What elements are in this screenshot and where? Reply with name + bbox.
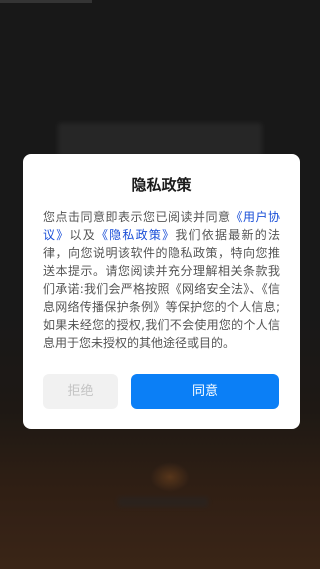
body-text-and: 以及 — [69, 228, 96, 242]
dialog-title: 隐私政策 — [131, 176, 192, 194]
dialog-body: 您点击同意即表示您已阅读并同意《用户协议》以及《隐私政策》我们依据最新的法律，向… — [43, 208, 280, 352]
privacy-policy-link[interactable]: 《隐私政策》 — [96, 228, 175, 242]
agree-button[interactable]: 同意 — [131, 374, 279, 409]
reject-button[interactable]: 拒绝 — [43, 374, 118, 409]
body-text-intro: 您点击同意即表示您已阅读并同意 — [43, 210, 231, 224]
body-text-main: 我们依据最新的法律，向您说明该软件的隐私政策，特向您推送本提示。请您阅读并充分理… — [43, 228, 280, 350]
privacy-policy-dialog: 隐私政策 您点击同意即表示您已阅读并同意《用户协议》以及《隐私政策》我们依据最新… — [23, 154, 300, 429]
